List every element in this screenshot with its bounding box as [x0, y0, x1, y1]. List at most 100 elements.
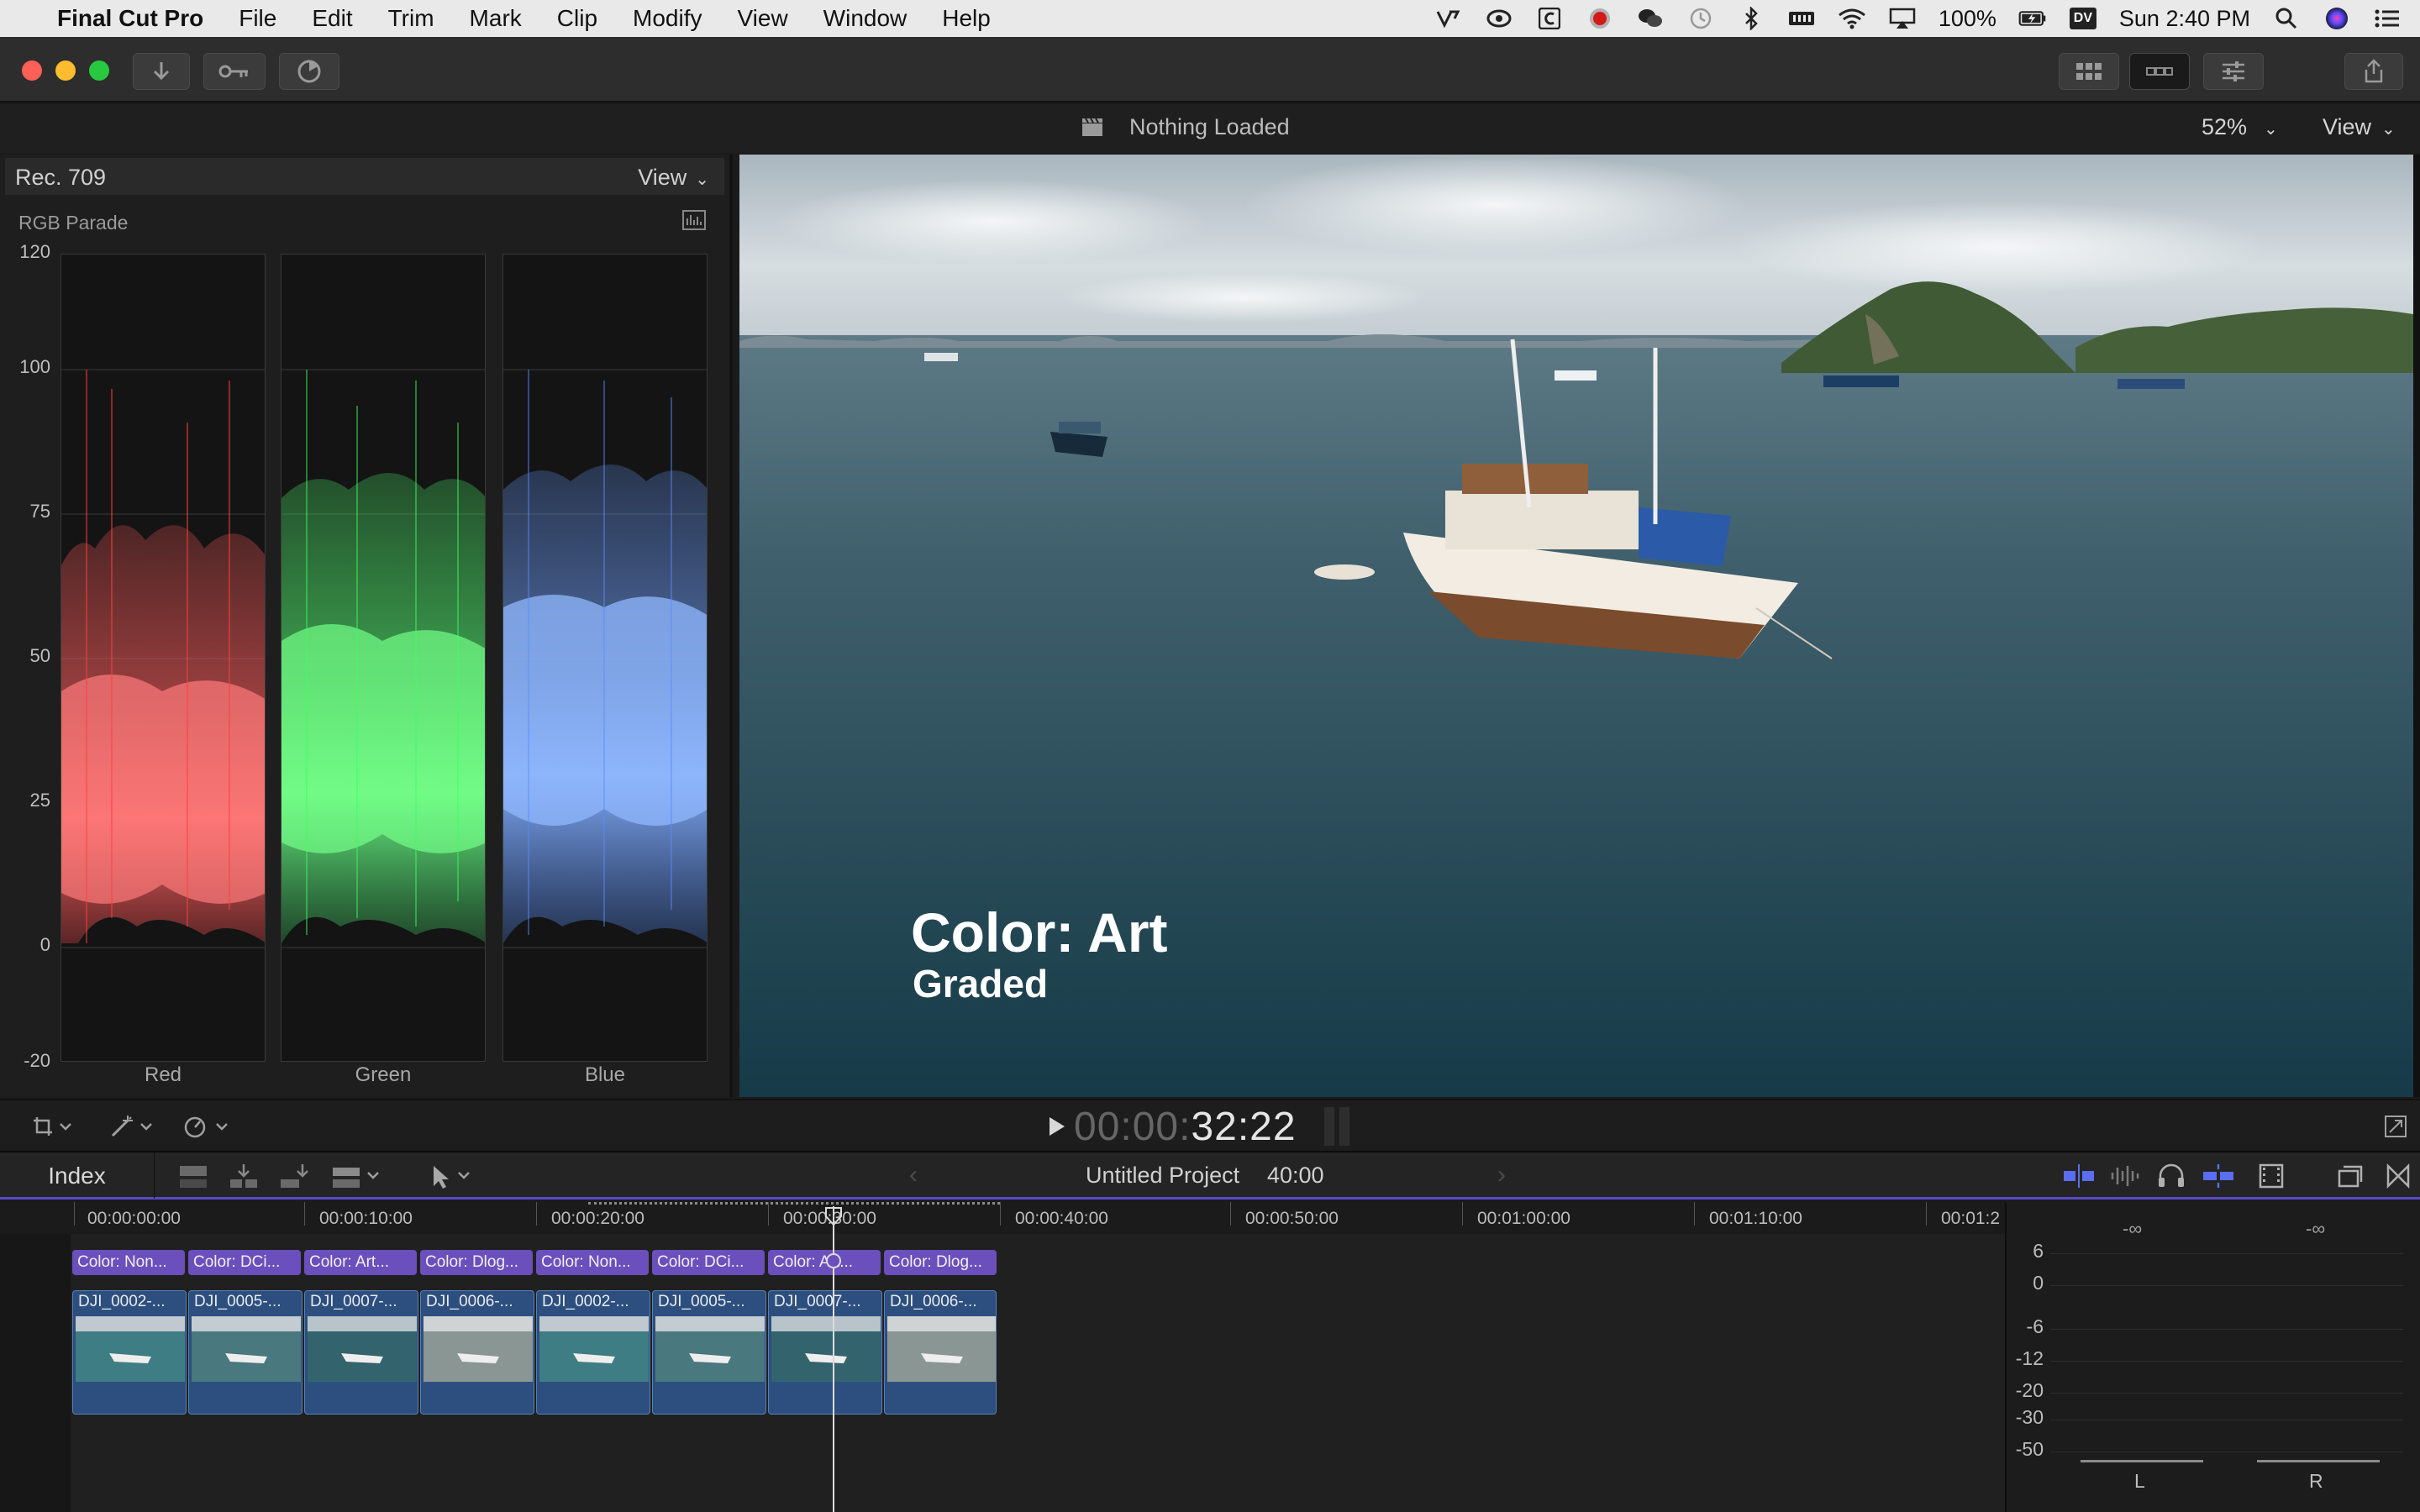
title-overlay-main: Color: Art	[911, 901, 1168, 963]
menu-clip[interactable]: Clip	[539, 0, 615, 37]
clock[interactable]: Sun 2:40 PM	[2119, 6, 2250, 32]
connect-clip-button[interactable]	[176, 1163, 210, 1195]
scope-header: Rec. 709 View ⌄	[5, 158, 724, 195]
clapperboard-icon	[1082, 118, 1102, 136]
clip-appearance-button[interactable]	[2062, 1163, 2096, 1194]
green-channel-label: Green	[355, 1063, 412, 1086]
timeline-history-back-icon[interactable]: ‹	[909, 1161, 918, 1189]
video-clip[interactable]: DJI_0002-...	[72, 1290, 187, 1415]
video-clip[interactable]: DJI_0005-...	[188, 1290, 302, 1415]
key-icon	[218, 65, 248, 78]
overwrite-clip-button[interactable]	[329, 1163, 381, 1195]
zoom-dropdown[interactable]: 52% ⌄	[2202, 114, 2278, 140]
app-menu[interactable]: Final Cut Pro	[49, 0, 221, 37]
keywords-button[interactable]	[203, 53, 266, 90]
video-clip[interactable]: DJI_0006-...	[420, 1290, 534, 1415]
menu-edit[interactable]: Edit	[294, 0, 370, 37]
timecode-display[interactable]: 00:00:32:22	[1074, 1104, 1297, 1150]
video-clip[interactable]: DJI_0006-...	[884, 1290, 997, 1415]
vectorworks-icon[interactable]	[1434, 8, 1463, 29]
ruler-tick-label: 00:01:00:00	[1477, 1209, 1570, 1228]
playhead[interactable]	[833, 1206, 834, 1512]
menu-modify[interactable]: Modify	[615, 0, 719, 37]
timeline-index-toggle-button[interactable]	[2336, 1163, 2365, 1194]
title-clip[interactable]: Color: Art...	[768, 1250, 881, 1275]
overwrite-edit-icon	[333, 1168, 379, 1188]
import-button[interactable]	[133, 53, 190, 90]
battery-icon[interactable]	[2018, 8, 2047, 29]
menu-file[interactable]: File	[221, 0, 294, 37]
timeline-index-button[interactable]: Index	[0, 1152, 155, 1199]
video-scope-panel: Rec. 709 View ⌄ RGB Parade 120 100 75 50 …	[0, 155, 733, 1097]
dv-badge[interactable]: DV	[2069, 8, 2097, 29]
enhancement-menu[interactable]	[109, 1114, 156, 1143]
timeline-ruler[interactable]: 00:00:00:00 00:00:10:00 00:00:20:00 00:0…	[0, 1202, 2005, 1234]
video-clip[interactable]: DJI_0002-...	[536, 1290, 650, 1415]
audio-skimming-button[interactable]	[2109, 1163, 2143, 1194]
playhead-handle-icon[interactable]	[824, 1206, 843, 1231]
left-channel-meter	[2081, 1460, 2203, 1462]
time-machine-icon[interactable]	[1686, 8, 1715, 29]
siri-icon[interactable]	[2323, 8, 2351, 29]
airplay-icon[interactable]	[1888, 8, 1917, 29]
append-clip-button[interactable]	[277, 1163, 311, 1195]
creative-cloud-icon[interactable]	[1485, 8, 1513, 29]
viewer-view-label: View	[2323, 114, 2372, 139]
retime-menu[interactable]	[183, 1114, 232, 1143]
scope-y-tick: 0	[39, 934, 50, 955]
video-clip[interactable]: DJI_0005-...	[652, 1290, 766, 1415]
video-clip[interactable]: DJI_0007-...	[768, 1290, 882, 1415]
scope-view-menu[interactable]: View ⌄	[638, 165, 709, 191]
video-viewer[interactable]: Color: Art Graded	[739, 155, 2420, 1097]
share-icon	[2365, 59, 2383, 83]
menu-help[interactable]: Help	[924, 0, 1008, 37]
right-channel-label: R	[2309, 1470, 2323, 1492]
memory-icon[interactable]	[1787, 8, 1816, 29]
tool-select-menu[interactable]	[429, 1163, 476, 1195]
bluetooth-icon[interactable]	[1737, 7, 1765, 30]
title-clip[interactable]: Color: Non...	[72, 1250, 185, 1275]
timeline-history-forward-icon[interactable]: ›	[1497, 1161, 1506, 1189]
show-inspector-button[interactable]	[2203, 53, 2264, 90]
connect-edit-icon	[180, 1166, 207, 1188]
menu-window[interactable]: Window	[806, 0, 925, 37]
menu-trim[interactable]: Trim	[371, 0, 452, 37]
share-button[interactable]	[2344, 53, 2403, 90]
clip-appearance-settings-button[interactable]	[2257, 1163, 2286, 1194]
menu-mark[interactable]: Mark	[452, 0, 539, 37]
transitions-browser-button[interactable]	[2385, 1163, 2412, 1194]
snapping-button[interactable]	[2202, 1163, 2235, 1194]
c-app-icon[interactable]	[1535, 8, 1564, 29]
title-clip[interactable]: Color: Dlog...	[420, 1250, 533, 1275]
title-clip[interactable]: Color: DCi...	[652, 1250, 765, 1275]
scope-settings-icon[interactable]	[682, 210, 706, 230]
headphones-icon	[2159, 1163, 2184, 1187]
minimize-window-button[interactable]	[55, 60, 76, 81]
crop-tool-menu[interactable]	[32, 1116, 74, 1143]
record-icon[interactable]	[1586, 8, 1614, 29]
spotlight-search-icon[interactable]	[2272, 8, 2301, 29]
play-icon[interactable]	[1047, 1116, 1067, 1137]
clip-thumbnail	[539, 1316, 649, 1382]
wifi-icon[interactable]	[1838, 8, 1866, 29]
filmstrip-icon	[2259, 1163, 2284, 1189]
insert-clip-button[interactable]	[227, 1163, 260, 1195]
viewer-view-menu[interactable]: View ⌄	[2323, 114, 2396, 140]
clip-thumbnail	[308, 1316, 417, 1382]
title-clip[interactable]: Color: Non...	[536, 1250, 649, 1275]
zoom-window-button[interactable]	[89, 60, 109, 81]
wechat-icon[interactable]	[1636, 8, 1665, 29]
background-tasks-button[interactable]	[279, 53, 339, 90]
show-browser-button[interactable]	[2059, 53, 2119, 90]
title-clip[interactable]: Color: Dlog...	[884, 1250, 997, 1275]
notification-center-icon[interactable]	[2373, 8, 2402, 29]
video-clip[interactable]: DJI_0007-...	[304, 1290, 418, 1415]
menu-view[interactable]: View	[719, 0, 805, 37]
fullscreen-viewer-button[interactable]	[2383, 1114, 2408, 1143]
clip-thumbnail	[76, 1316, 185, 1382]
show-timeline-button[interactable]	[2129, 53, 2190, 90]
solo-button[interactable]	[2156, 1163, 2186, 1194]
title-clip[interactable]: Color: Art...	[304, 1250, 417, 1275]
title-clip[interactable]: Color: DCi...	[188, 1250, 301, 1275]
close-window-button[interactable]	[22, 60, 42, 81]
